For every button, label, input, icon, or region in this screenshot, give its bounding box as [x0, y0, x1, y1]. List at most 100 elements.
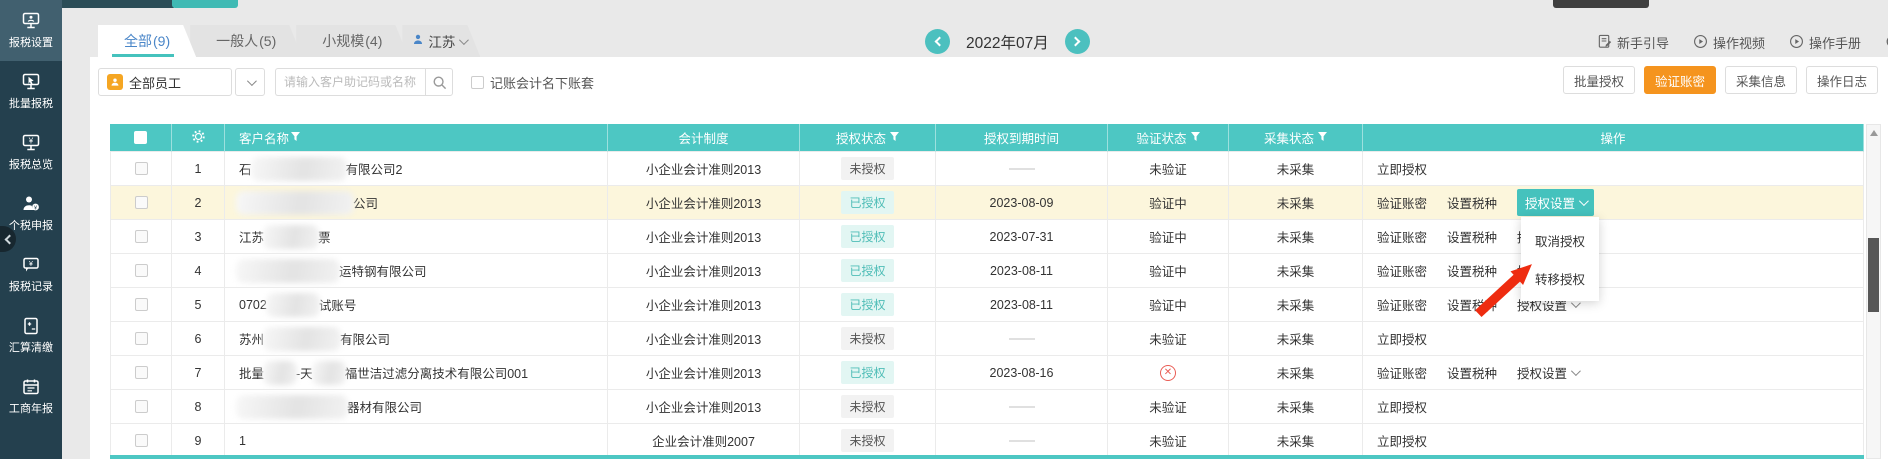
op-link-设置税种[interactable]: 设置税种 [1447, 295, 1497, 314]
filter-funnel-icon[interactable] [890, 131, 899, 145]
next-month-button[interactable] [1065, 29, 1090, 54]
scrollbar-thumb[interactable] [1868, 238, 1879, 312]
row-checkbox[interactable] [135, 196, 148, 209]
filter-funnel-icon[interactable] [1191, 131, 1200, 145]
op-link-设置税种[interactable]: 设置税种 [1447, 363, 1497, 382]
cell-row-number: 3 [172, 220, 225, 254]
op-link-验证账密[interactable]: 验证账密 [1377, 227, 1427, 246]
staff-dropdown[interactable]: 全部员工 [98, 68, 232, 96]
op-link-验证账密[interactable]: 验证账密 [1377, 363, 1427, 382]
cell-row-number: 2 [172, 186, 225, 220]
filter-funnel-icon[interactable] [291, 131, 300, 145]
table-row: 91企业会计准则2007未授权未验证未采集立即授权 [110, 424, 1864, 458]
row-checkbox[interactable] [135, 230, 148, 243]
help-link-新手引导[interactable]: 新手引导 [1597, 33, 1669, 52]
cell-institution: 小企业会计准则2013 [608, 288, 800, 322]
op-link-设置税种[interactable]: 设置税种 [1447, 193, 1497, 212]
search-button[interactable] [425, 68, 453, 96]
svg-text:¥: ¥ [28, 137, 34, 146]
row-checkbox[interactable] [135, 332, 148, 345]
cell-collect-status: 未采集 [1229, 186, 1363, 220]
cell-verify-status: 未验证 [1108, 322, 1229, 356]
help-link-操作手册[interactable]: 操作手册 [1789, 33, 1861, 52]
row-checkbox[interactable] [135, 366, 148, 379]
header-cell-checkbox [110, 124, 172, 152]
chevron-left-icon [934, 37, 944, 47]
cell-expire-date: 2023-08-16 [936, 356, 1108, 390]
client-name-text: 票 [318, 227, 331, 246]
dropdown-item-转移授权[interactable]: 转移授权 [1521, 259, 1599, 297]
row-checkbox[interactable] [135, 162, 148, 175]
action-button-验证账密[interactable]: 验证账密 [1644, 66, 1716, 94]
tab-label: 一般人 [216, 31, 258, 51]
cell-expire-date: 2023-08-09 [936, 186, 1108, 220]
cell-row-number: 8 [172, 390, 225, 424]
filter-funnel-icon[interactable] [1318, 131, 1327, 145]
column-label: 采集状态 [1264, 128, 1314, 147]
scroll-up-arrow-icon[interactable] [1870, 130, 1878, 136]
help-links: 新手引导操作视频操作手册刷新 [1597, 33, 1888, 52]
column-label: 客户名称 [239, 128, 289, 147]
op-link-立即授权[interactable]: 立即授权 [1377, 329, 1427, 348]
row-checkbox[interactable] [135, 400, 148, 413]
monitor-settings-icon [21, 11, 41, 31]
action-button-操作日志[interactable]: 操作日志 [1806, 66, 1878, 94]
op-link-立即授权[interactable]: 立即授权 [1377, 159, 1427, 178]
tab-小规模[interactable]: 小规模(4) [296, 25, 408, 57]
client-name-text: -天 [296, 363, 313, 382]
action-button-采集信息[interactable]: 采集信息 [1725, 66, 1797, 94]
row-checkbox[interactable] [135, 298, 148, 311]
op-link-立即授权[interactable]: 立即授权 [1377, 431, 1427, 450]
search-input[interactable] [275, 68, 425, 96]
staff-dropdown-toggle[interactable] [235, 68, 265, 96]
row-checkbox[interactable] [135, 264, 148, 277]
vertical-scrollbar[interactable] [1866, 124, 1881, 459]
tab-全部[interactable]: 全部(9) [98, 25, 196, 57]
search-icon [432, 75, 447, 90]
table-row: 3江苏票小企业会计准则2013已授权2023-07-31验证中未采集验证账密设置… [110, 220, 1864, 254]
checkbox-icon [471, 76, 484, 89]
op-link-设置税种[interactable]: 设置税种 [1447, 261, 1497, 280]
cell-client-name: 0702试账号 [225, 288, 608, 322]
gear-icon[interactable] [191, 129, 206, 147]
op-dropdown-授权设置[interactable]: 授权设置 [1517, 363, 1578, 382]
tab-一般人[interactable]: 一般人(5) [190, 25, 302, 57]
help-link-操作视频[interactable]: 操作视频 [1693, 33, 1765, 52]
sidebar-item-工商年报[interactable]: 工商年报 [0, 366, 62, 427]
sidebar-item-批量报税[interactable]: 批量报税 [0, 61, 62, 122]
header-cell-会计制度: 会计制度 [608, 124, 800, 152]
sidebar-item-报税总览[interactable]: ¥报税总览 [0, 122, 62, 183]
select-all-checkbox[interactable] [134, 131, 147, 144]
action-button-批量授权[interactable]: 批量授权 [1563, 66, 1635, 94]
op-link-验证账密[interactable]: 验证账密 [1377, 295, 1427, 314]
dropdown-item-取消授权[interactable]: 取消授权 [1521, 221, 1599, 259]
bookkeeper-filter-checkbox[interactable]: 记账会计名下账套 [471, 73, 594, 92]
sidebar-item-label: 工商年报 [9, 400, 53, 415]
cell-verify-status: ✕ [1108, 356, 1229, 390]
auth-status-badge: 未授权 [841, 395, 893, 418]
client-name-text: 公司 [353, 193, 378, 212]
op-link-验证账密[interactable]: 验证账密 [1377, 261, 1427, 280]
cell-collect-status: 未采集 [1229, 288, 1363, 322]
op-link-设置税种[interactable]: 设置税种 [1447, 227, 1497, 246]
tab-count: (5) [259, 33, 276, 49]
prev-month-button[interactable] [925, 29, 950, 54]
op-dropdown-授权设置[interactable]: 授权设置 [1517, 189, 1594, 216]
op-link-验证账密[interactable]: 验证账密 [1377, 193, 1427, 212]
region-selector[interactable]: 江苏 [402, 25, 480, 57]
tab-count: (4) [365, 33, 382, 49]
sidebar-item-报税设置[interactable]: 报税设置 [0, 0, 62, 61]
cell-operations: 验证账密 设置税种 授权设置 [1363, 356, 1864, 390]
op-link-立即授权[interactable]: 立即授权 [1377, 397, 1427, 416]
sidebar-item-汇算清缴[interactable]: 汇算清缴 [0, 305, 62, 366]
sidebar-item-报税记录[interactable]: ¥报税记录 [0, 244, 62, 305]
cell-client-name: 苏州有限公司 [225, 322, 608, 356]
cell-expire-date [936, 424, 1108, 458]
row-checkbox[interactable] [135, 434, 148, 447]
cell-auth-status: 已授权 [800, 254, 936, 288]
empty-dash [1009, 168, 1035, 170]
column-label: 授权到期时间 [984, 128, 1059, 147]
header-cell-授权状态: 授权状态 [800, 124, 936, 152]
column-label: 授权状态 [836, 128, 886, 147]
cell-auth-status: 已授权 [800, 220, 936, 254]
